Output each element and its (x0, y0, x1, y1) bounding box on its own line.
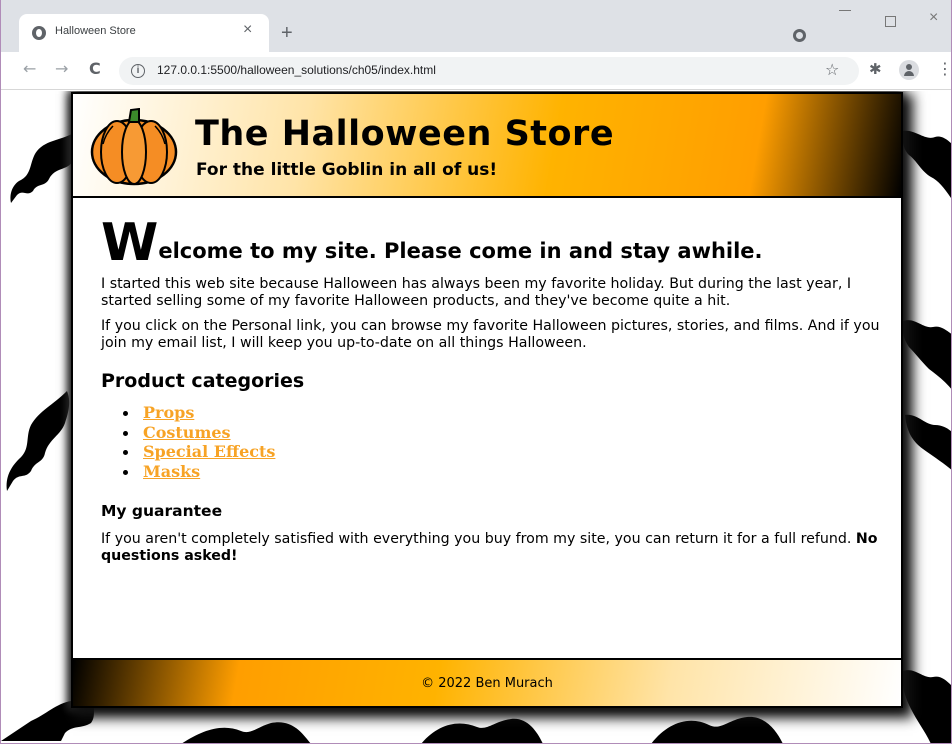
site-title: The Halloween Store (195, 114, 615, 154)
browser-tab[interactable]: Halloween Store × (19, 14, 269, 52)
store-page: The Halloween Store For the little Gobli… (71, 92, 903, 708)
site-footer: © 2022 Ben Murach (73, 658, 901, 706)
back-arrow-icon[interactable]: ← (23, 60, 36, 78)
forward-arrow-icon[interactable]: → (55, 60, 68, 78)
new-tab-button[interactable]: + (281, 23, 293, 43)
guarantee-text: If you aren't completely satisfied with … (101, 531, 856, 547)
category-link-special-effects[interactable]: Special Effects (143, 442, 275, 461)
bat-icon (905, 414, 951, 470)
star-icon[interactable]: ☆ (825, 61, 839, 79)
browser-toolbar: ← → C i 127.0.0.1:5500/halloween_solutio… (1, 52, 951, 90)
guarantee-paragraph: If you aren't completely satisfied with … (101, 531, 881, 565)
globe-favicon-icon (32, 26, 46, 40)
info-icon[interactable]: i (131, 64, 145, 78)
category-link-props[interactable]: Props (143, 403, 194, 422)
copyright-text: © 2022 Ben Murach (421, 676, 553, 691)
category-link-costumes[interactable]: Costumes (143, 423, 231, 442)
guarantee-heading: My guarantee (101, 502, 223, 520)
welcome-dropcap: W (101, 213, 159, 273)
list-item: Masks (123, 462, 881, 482)
puzzle-icon[interactable]: ✱ (869, 60, 882, 78)
kebab-menu-icon[interactable]: ⋮ (937, 61, 951, 77)
list-item: Special Effects (123, 442, 881, 462)
main-content: Welcome to my site. Please come in and s… (101, 217, 881, 565)
pumpkin-logo (90, 108, 178, 186)
maximize-button[interactable] (885, 16, 896, 27)
tab-close-icon[interactable]: × (243, 22, 252, 38)
category-link-masks[interactable]: Masks (143, 462, 200, 481)
list-item: Props (123, 403, 881, 423)
welcome-text: elcome to my site. Please come in and st… (158, 239, 763, 263)
list-item: Costumes (123, 423, 881, 443)
reload-icon[interactable]: C (89, 60, 101, 78)
bat-icon (902, 130, 951, 199)
browser-window: Halloween Store × + × ← → C i 127.0.0.1:… (0, 0, 952, 744)
intro-paragraph-1: I started this web site because Hallowee… (101, 276, 852, 309)
bat-icon (902, 320, 951, 389)
intro-paragraph-2: If you click on the Personal link, you c… (101, 318, 880, 351)
address-bar[interactable]: i 127.0.0.1:5500/halloween_solutions/ch0… (119, 57, 859, 85)
site-header: The Halloween Store For the little Gobli… (73, 94, 901, 198)
minimize-button[interactable] (839, 10, 851, 11)
page-viewport: The Halloween Store For the little Gobli… (1, 91, 951, 743)
welcome-heading: Welcome to my site. Please come in and s… (101, 217, 881, 270)
tab-title: Halloween Store (55, 25, 136, 37)
bat-icon (902, 670, 951, 743)
site-tagline: For the little Goblin in all of us! (196, 160, 498, 180)
search-tabs-icon[interactable] (793, 29, 806, 42)
tab-strip: Halloween Store × + × (1, 0, 951, 52)
bat-icon (6, 391, 70, 491)
profile-icon[interactable] (899, 60, 919, 80)
categories-list: Props Costumes Special Effects Masks (101, 403, 881, 481)
window-close-button[interactable]: × (929, 10, 938, 26)
url-text[interactable]: 127.0.0.1:5500/halloween_solutions/ch05/… (157, 63, 436, 77)
categories-heading: Product categories (101, 370, 305, 392)
